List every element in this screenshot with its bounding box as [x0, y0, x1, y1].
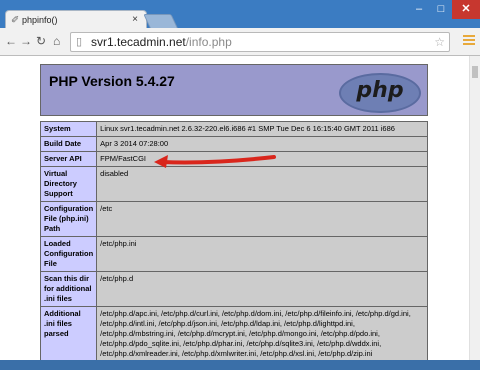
- url-host: svr1.tecadmin.net: [91, 35, 186, 49]
- browser-tab[interactable]: ✐ phpinfo() ×: [5, 10, 147, 30]
- table-row: Loaded Configuration File/etc/php.ini: [39, 236, 428, 272]
- row-key: System: [39, 121, 98, 137]
- row-value: Linux svr1.tecadmin.net 2.6.32-220.el6.i…: [96, 121, 428, 137]
- row-value: Apr 3 2014 07:28:00: [96, 136, 428, 152]
- page-icon: ▯: [76, 36, 83, 48]
- row-key: Build Date: [39, 136, 98, 152]
- url-path: /info.php: [185, 35, 232, 49]
- back-arrow-icon[interactable]: ←: [5, 34, 17, 48]
- table-row: Scan this dir for additional .ini files /…: [39, 271, 428, 307]
- table-row: Build Date Apr 3 2014 07:28:00: [39, 136, 428, 152]
- row-key: Virtual Directory Support: [39, 166, 98, 202]
- page-favicon-icon: ✐: [11, 15, 20, 26]
- star-icon[interactable]: ☆: [434, 33, 445, 51]
- table-row: System Linux svr1.tecadmin.net 2.6.32-220…: [39, 121, 428, 137]
- php-logo-text: php: [356, 78, 404, 103]
- address-bar[interactable]: ▯ svr1.tecadmin.net/info.php ☆: [70, 32, 450, 52]
- menu-icon[interactable]: [463, 35, 475, 47]
- tab-close-icon[interactable]: ×: [132, 14, 138, 25]
- vertical-scrollbar[interactable]: [469, 56, 480, 360]
- row-value: /etc: [96, 201, 428, 237]
- browser-toolbar: ← → ↻ ⌂ ▯ svr1.tecadmin.net/info.php ☆: [0, 28, 480, 56]
- row-key: Configuration File (php.ini) Path: [39, 201, 98, 237]
- minimize-button[interactable]: –: [408, 0, 430, 19]
- forward-arrow-icon[interactable]: →: [20, 34, 32, 48]
- php-logo: php: [339, 73, 421, 113]
- page-title: PHP Version 5.4.27: [49, 73, 175, 89]
- row-value: /etc/php.d: [96, 271, 428, 307]
- scrollbar-thumb[interactable]: [472, 66, 478, 78]
- table-row: Virtual Directory Support disabled: [39, 166, 428, 202]
- row-key: Scan this dir for additional .ini files: [39, 271, 98, 307]
- red-arrow-annotation: [154, 155, 276, 168]
- window-controls: – □ ✕: [408, 0, 480, 19]
- table-row: Additional .ini files parsed/etc/php.d/a…: [39, 306, 428, 360]
- home-icon[interactable]: ⌂: [53, 34, 60, 48]
- close-window-button[interactable]: ✕: [452, 0, 480, 19]
- row-value: /etc/php.ini: [96, 236, 428, 272]
- reload-icon[interactable]: ↻: [36, 34, 46, 48]
- row-value: disabled: [96, 166, 428, 202]
- url-text[interactable]: svr1.tecadmin.net/info.php: [91, 33, 232, 51]
- page-viewport: PHP Version 5.4.27 php System Linux svr1.…: [0, 56, 480, 360]
- row-key: Server API: [39, 151, 98, 167]
- row-key: Additional .ini files parsed: [39, 306, 98, 360]
- table-row: Configuration File (php.ini) Path/etc: [39, 201, 428, 237]
- row-value: /etc/php.d/apc.ini, /etc/php.d/curl.ini,…: [96, 306, 428, 360]
- php-header: PHP Version 5.4.27 php: [40, 64, 428, 116]
- window-bottom-edge: [0, 360, 480, 370]
- window-titlebar: ✐ phpinfo() × – □ ✕: [0, 0, 480, 30]
- row-key: Loaded Configuration File: [39, 236, 98, 272]
- tab-title: phpinfo(): [22, 15, 58, 25]
- maximize-button[interactable]: □: [430, 0, 452, 19]
